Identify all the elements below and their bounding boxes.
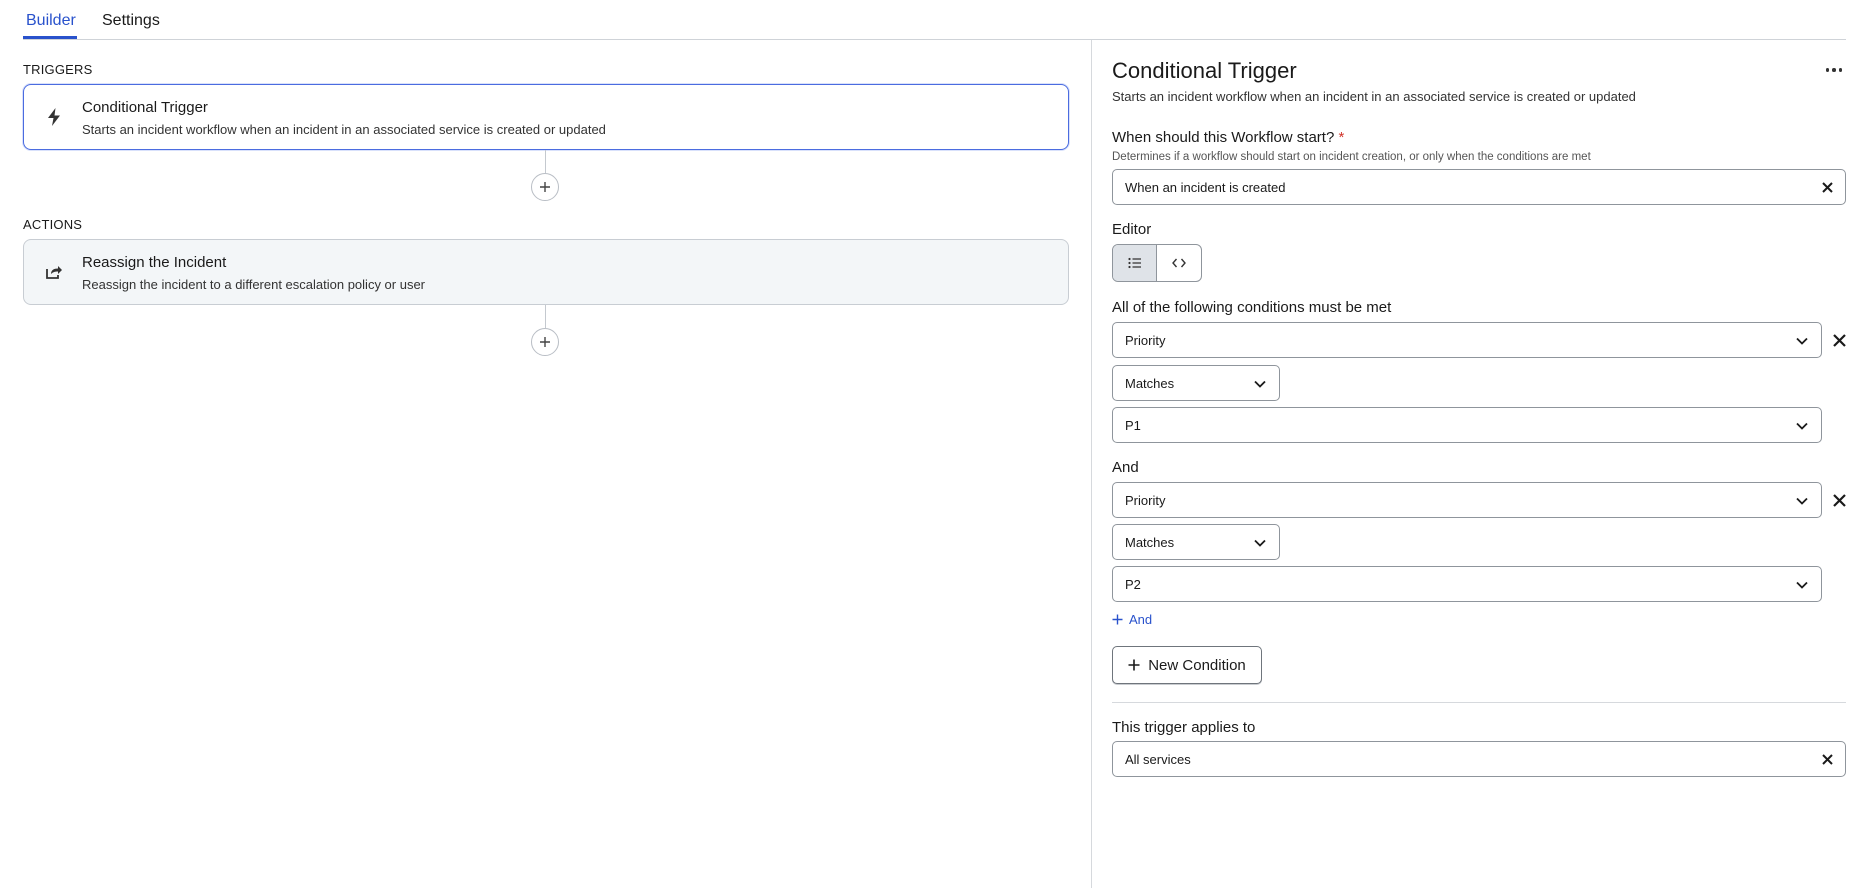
panel-title: Conditional Trigger <box>1112 58 1297 83</box>
clear-icon[interactable] <box>1819 751 1835 767</box>
applies-to-label: This trigger applies to <box>1112 719 1256 736</box>
trigger-title: Conditional Trigger <box>82 99 208 116</box>
editor-label: Editor <box>1112 221 1152 238</box>
start-condition-value: When an incident is created <box>1125 180 1286 195</box>
conditions-label: All of the following conditions must be … <box>1112 299 1392 316</box>
action-title: Reassign the Incident <box>82 254 227 271</box>
remove-condition1-button[interactable] <box>1830 331 1848 349</box>
add-step-button[interactable] <box>531 173 559 201</box>
chevron-down-icon <box>1254 380 1266 388</box>
trigger-description: Starts an incident workflow when an inci… <box>82 122 606 137</box>
action-description: Reassign the incident to a different esc… <box>82 277 426 292</box>
action-card[interactable]: Reassign the Incident Reassign the incid… <box>23 239 1069 305</box>
add-step-button[interactable] <box>531 328 559 356</box>
plus-icon <box>540 337 550 347</box>
actions-section-label: ACTIONS <box>23 217 83 232</box>
code-icon <box>1172 258 1186 268</box>
chevron-down-icon <box>1796 497 1808 505</box>
close-icon <box>1832 333 1846 347</box>
active-tab-indicator <box>23 36 77 39</box>
condition1-operator-select[interactable]: Matches <box>1112 365 1280 401</box>
tab-bar: Builder Settings <box>23 0 1846 40</box>
tab-settings[interactable]: Settings <box>102 12 160 38</box>
triggers-section-label: TRIGGERS <box>23 62 93 77</box>
condition1-value-select[interactable]: P1 <box>1112 407 1822 443</box>
applies-to-value: All services <box>1125 752 1191 767</box>
condition1-field-select[interactable]: Priority <box>1112 322 1822 358</box>
plus-icon <box>1128 659 1140 671</box>
code-view-button[interactable] <box>1157 245 1201 281</box>
share-arrow-icon <box>44 262 64 282</box>
list-view-button[interactable] <box>1113 245 1158 281</box>
clear-icon[interactable] <box>1819 179 1835 195</box>
more-dots-icon <box>1825 68 1830 72</box>
plus-icon <box>1112 614 1123 625</box>
condition2-field-select[interactable]: Priority <box>1112 482 1822 518</box>
plus-icon <box>540 182 550 192</box>
chevron-down-icon <box>1796 581 1808 589</box>
panel-divider <box>1091 40 1092 888</box>
start-field-label: When should this Workflow start? * <box>1112 129 1345 146</box>
condition2-value-select[interactable]: P2 <box>1112 566 1822 602</box>
more-options-button[interactable] <box>1820 60 1848 80</box>
lightning-icon <box>44 107 64 127</box>
condition2-operator-select[interactable]: Matches <box>1112 524 1280 560</box>
new-condition-button[interactable]: New Condition <box>1112 646 1262 684</box>
editor-mode-toggle <box>1112 244 1202 282</box>
panel-subtitle: Starts an incident workflow when an inci… <box>1112 89 1636 104</box>
start-field-help: Determines if a workflow should start on… <box>1112 151 1591 163</box>
connector-line <box>545 305 546 328</box>
tab-builder[interactable]: Builder <box>26 12 76 38</box>
add-and-condition-link[interactable]: And <box>1112 612 1152 627</box>
required-marker: * <box>1338 129 1345 146</box>
trigger-card[interactable]: Conditional Trigger Starts an incident w… <box>23 84 1069 150</box>
connector-line <box>545 150 546 173</box>
close-icon <box>1832 493 1846 507</box>
workflow-builder-page: Builder Settings TRIGGERS Conditional Tr… <box>0 0 1874 888</box>
chevron-down-icon <box>1796 422 1808 430</box>
remove-condition2-button[interactable] <box>1830 491 1848 509</box>
list-icon <box>1127 257 1141 269</box>
and-separator-label: And <box>1112 459 1139 476</box>
section-divider <box>1112 702 1846 703</box>
start-condition-select[interactable]: When an incident is created <box>1112 169 1846 205</box>
chevron-down-icon <box>1796 337 1808 345</box>
applies-to-select[interactable]: All services <box>1112 741 1846 777</box>
chevron-down-icon <box>1254 539 1266 547</box>
